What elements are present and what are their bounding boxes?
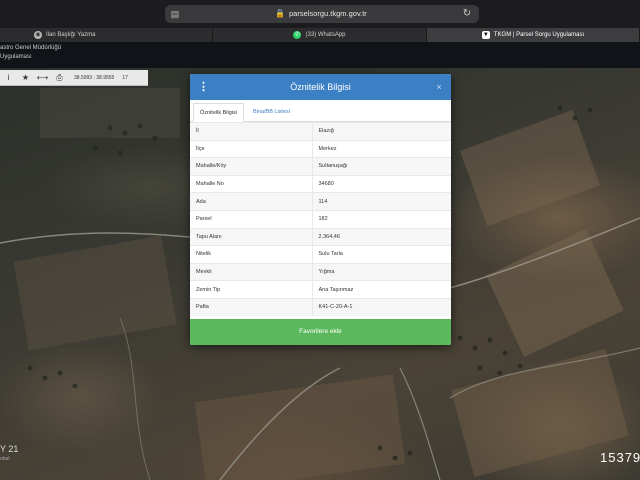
- attribute-value: 2.364,46: [312, 227, 451, 246]
- attribute-key: Mevkii: [190, 262, 313, 281]
- table-row: Tapu Alanı 2.364,46: [190, 227, 451, 246]
- attribute-value: Sulu Tarla: [312, 245, 451, 264]
- attribute-key: Zemin Tip: [190, 280, 313, 299]
- modal-title: Öznitelik Bilgisi: [290, 82, 351, 92]
- site-title-line1: astro Genel Müdürlüğü: [0, 45, 62, 51]
- table-row: Ada 114: [190, 192, 451, 211]
- attribute-value: 34680: [312, 174, 451, 193]
- lock-icon: 🔒: [275, 9, 285, 18]
- attribute-value: Merkez: [312, 139, 451, 158]
- globe-icon: ◉: [34, 31, 42, 39]
- table-row: Zemin Tip Ana Taşınmaz: [190, 280, 451, 299]
- map-toolbar: i ★ ⟷ ⎙ 38.5993 : 38.9555 17: [0, 70, 148, 86]
- attribute-key: Ada: [190, 192, 313, 211]
- attribute-value: 182: [312, 209, 451, 229]
- tab-building-list[interactable]: Bina/BB Listesi: [247, 103, 296, 122]
- star-icon[interactable]: ★: [17, 70, 34, 86]
- attribute-key: Parsel: [190, 209, 313, 229]
- attribute-key: Tapu Alanı: [190, 227, 313, 246]
- browser-toolbar: ▤ 🔒 parselsorgu.tkgm.gov.tr ↻: [0, 0, 640, 28]
- url-text[interactable]: parselsorgu.tkgm.gov.tr: [289, 5, 367, 23]
- attribute-key: İlçe: [190, 139, 313, 158]
- attribute-value: Ana Taşınmaz: [312, 280, 451, 299]
- tab-label: (33) WhatsApp: [305, 32, 346, 38]
- reload-icon[interactable]: ↻: [460, 7, 474, 21]
- info-icon[interactable]: i: [0, 70, 17, 86]
- whatsapp-icon: ✆: [293, 31, 302, 39]
- close-icon[interactable]: ×: [433, 80, 445, 94]
- tab-ilan-basligi[interactable]: ◉ İlan Başlığı Yazma: [0, 28, 213, 42]
- table-row: Mahalle/Köy Sultanuşağı: [190, 157, 451, 176]
- tab-attribute-info[interactable]: Öznitelik Bilgisi: [193, 103, 244, 122]
- site-title-line2: Uygulaması: [0, 54, 32, 60]
- print-icon[interactable]: ⎙: [51, 70, 68, 86]
- attribute-value: Elazığ: [312, 122, 451, 141]
- attribute-value: Sultanuşağı: [312, 157, 451, 176]
- tkgm-icon: ▼: [481, 31, 490, 39]
- add-favorites-button[interactable]: Favorilere ekle: [190, 319, 451, 345]
- tab-whatsapp[interactable]: ✆ (33) WhatsApp: [213, 28, 427, 42]
- imagery-source: obal: [0, 456, 10, 462]
- table-row: Nitelik Sulu Tarla: [190, 245, 451, 264]
- site-header: astro Genel Müdürlüğü Uygulaması: [0, 42, 640, 68]
- attribute-key: Mahalle/Köy: [190, 157, 313, 176]
- table-row: İlçe Merkez: [190, 139, 451, 158]
- tab-label: TKGM | Parsel Sorgu Uygulaması: [493, 32, 585, 38]
- table-row: Mahalle No 34680: [190, 174, 451, 193]
- zoom-level: 17: [122, 74, 128, 81]
- modal-tabs: Öznitelik Bilgisi Bina/BB Listesi: [190, 100, 451, 122]
- attribute-key: Nitelik: [190, 245, 313, 264]
- tab-label: İlan Başlığı Yazma: [46, 32, 96, 38]
- tab-tkgm[interactable]: ▼ TKGM | Parsel Sorgu Uygulaması: [427, 28, 640, 42]
- table-row: Mevkii Yığma: [190, 262, 451, 281]
- attribute-value: K41-C-20-A-1: [312, 297, 451, 317]
- table-row: Parsel 182: [190, 209, 451, 229]
- modal-header: ⋮ Öznitelik Bilgisi ×: [190, 74, 451, 100]
- address-bar[interactable]: ▤ 🔒 parselsorgu.tkgm.gov.tr ↻: [165, 5, 479, 23]
- overlay-number: 15379: [600, 450, 640, 465]
- attribute-value: Yığma: [312, 262, 451, 281]
- attribute-value: 114: [312, 192, 451, 211]
- measure-icon[interactable]: ⟷: [34, 70, 51, 86]
- browser-tabs: ◉ İlan Başlığı Yazma ✆ (33) WhatsApp ▼ T…: [0, 28, 640, 42]
- attribute-key: Mahalle No: [190, 174, 313, 193]
- attribute-key: İl: [190, 122, 313, 141]
- reader-icon[interactable]: ▤: [169, 8, 181, 20]
- table-row: Pafta K41-C-20-A-1: [190, 297, 451, 317]
- table-row: İl Elazığ: [190, 122, 451, 141]
- coordinate-readout: 38.5993 : 38.9555: [74, 74, 115, 81]
- attribute-key: Pafta: [190, 297, 313, 317]
- attribute-info-modal: ⋮ Öznitelik Bilgisi × Öznitelik Bilgisi …: [190, 74, 451, 345]
- attribute-table: İl Elazığ İlçe Merkez Mahalle/Köy Sultan…: [190, 122, 451, 317]
- imagery-date: Y 21: [0, 444, 19, 454]
